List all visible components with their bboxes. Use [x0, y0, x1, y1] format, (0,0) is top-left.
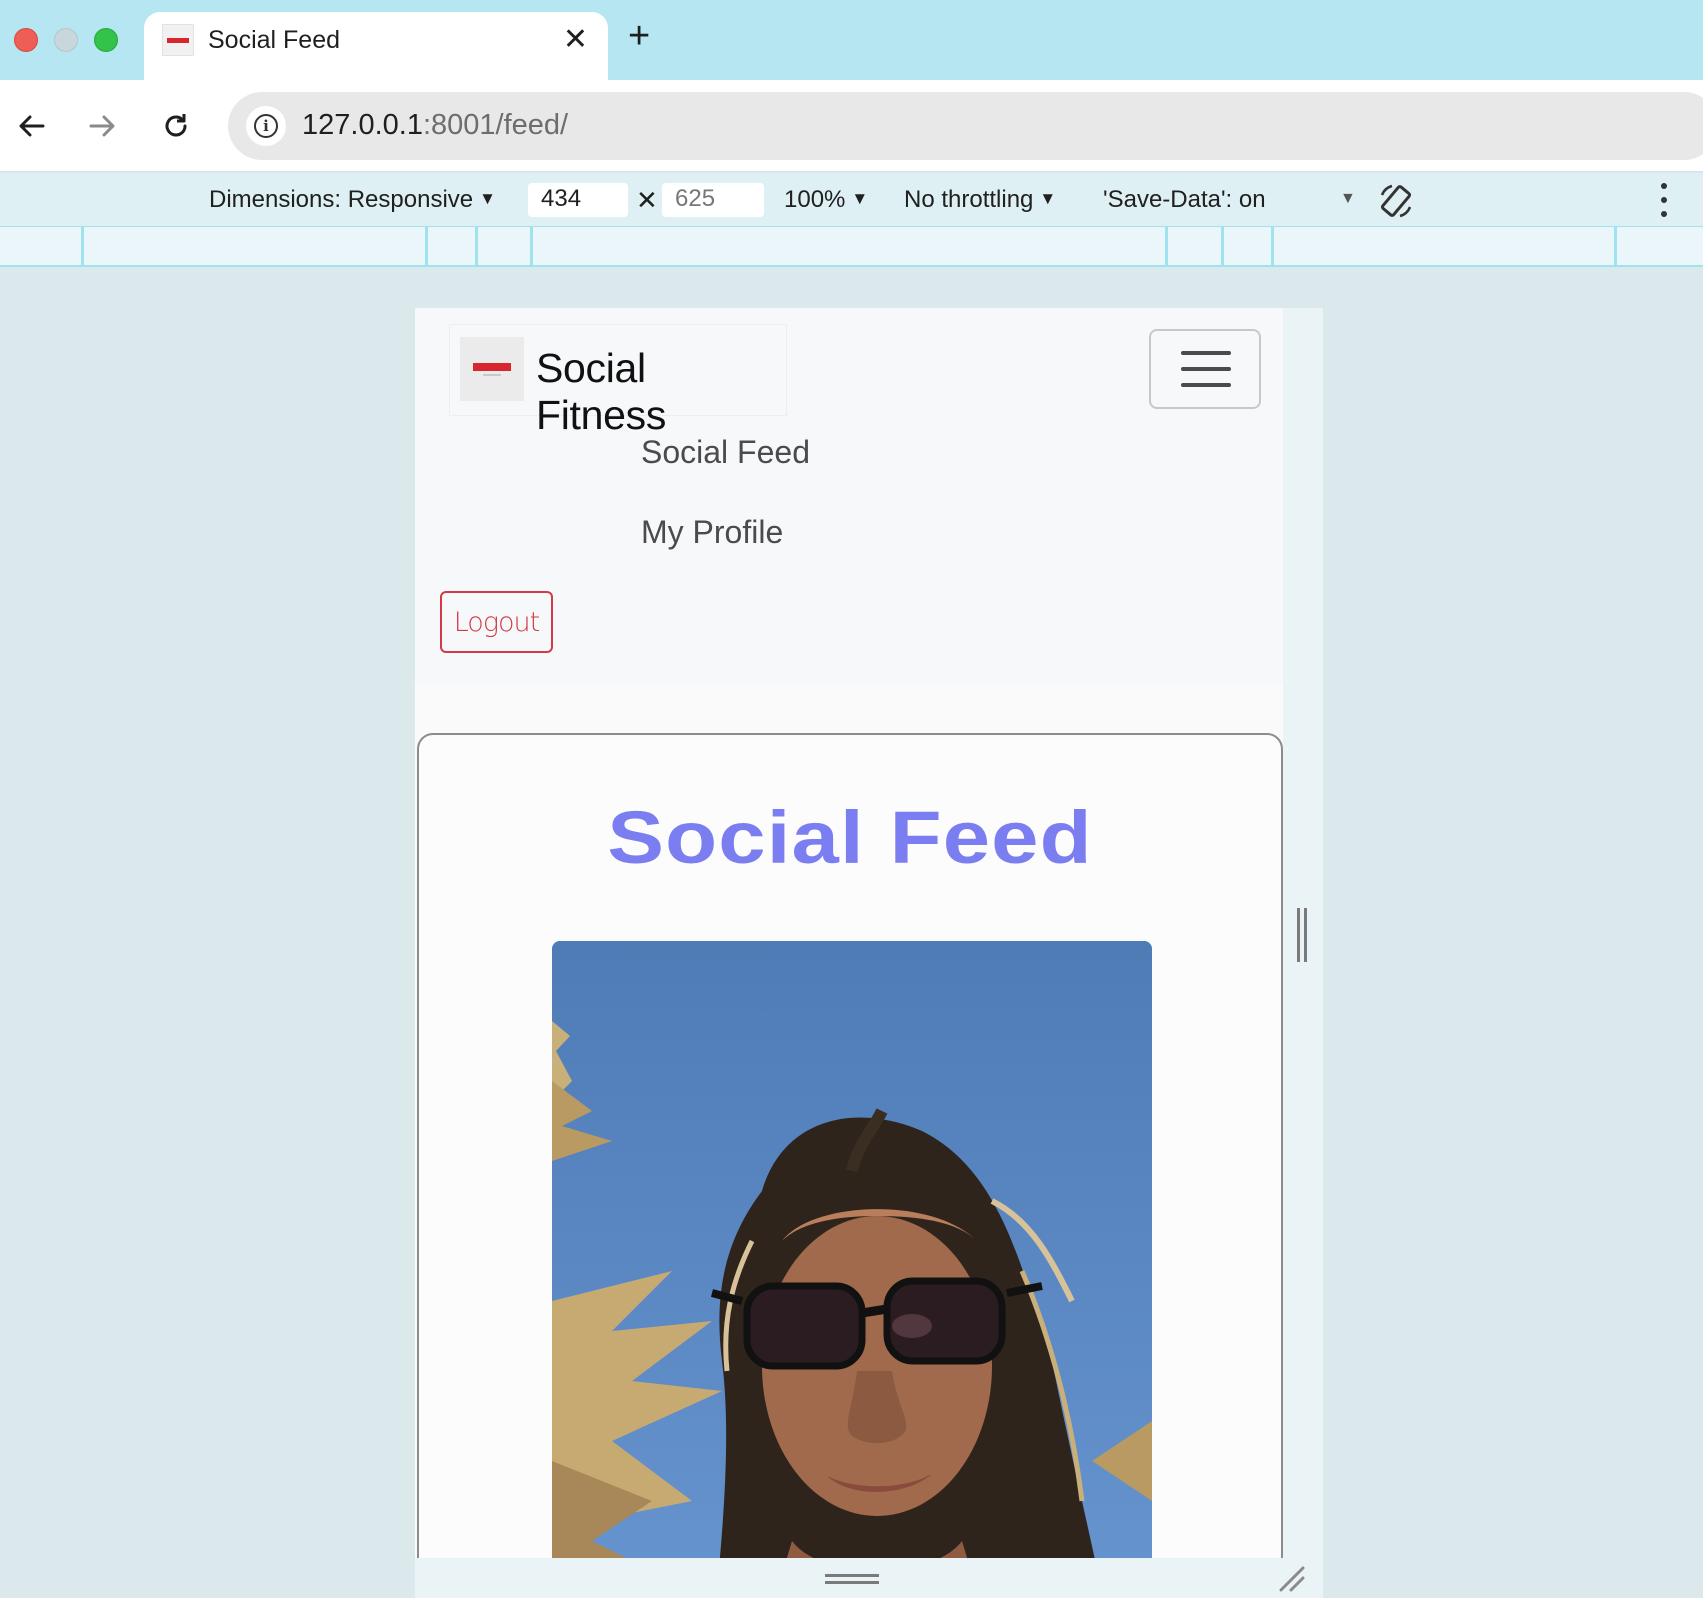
throttling-label: No throttling — [904, 186, 1034, 213]
tab-close-icon[interactable]: ✕ — [563, 20, 588, 60]
resize-grip-icon — [1297, 908, 1307, 962]
url-text[interactable]: 127.0.0.1:8001/feed/ — [302, 109, 568, 142]
window-close-button[interactable] — [14, 28, 38, 52]
window-minimize-button[interactable] — [54, 28, 78, 52]
nav-link-my-profile[interactable]: My Profile — [641, 514, 783, 551]
window-maximize-button[interactable] — [94, 28, 118, 52]
viewport-resize-handle-bottom[interactable] — [415, 1558, 1323, 1598]
height-input[interactable]: 625 — [662, 183, 764, 217]
more-options-icon[interactable] — [1660, 183, 1668, 217]
times-icon: ✕ — [636, 185, 658, 215]
menu-toggle-button[interactable] — [1149, 329, 1261, 409]
new-tab-button[interactable]: + — [628, 16, 650, 56]
save-data-label: 'Save-Data': on — [1103, 186, 1266, 213]
zoom-label: 100% — [784, 186, 846, 213]
zoom-dropdown[interactable]: 100% ▼ — [784, 186, 868, 214]
address-bar[interactable]: i 127.0.0.1:8001/feed/ — [228, 92, 1703, 160]
url-host: 127.0.0.1 — [302, 109, 423, 141]
rotate-device-icon[interactable] — [1376, 181, 1416, 221]
resize-grip-icon — [825, 1574, 879, 1584]
caret-down-icon: ▼ — [851, 189, 869, 208]
reload-icon[interactable] — [152, 102, 200, 150]
dimensions-label: Dimensions: Responsive — [209, 186, 474, 213]
brand-logo — [460, 337, 524, 401]
active-tab[interactable]: Social Feed ✕ — [144, 12, 608, 80]
site-info-icon[interactable]: i — [246, 106, 286, 146]
viewport-resize-handle-right[interactable] — [1283, 308, 1323, 1598]
feed-heading: Social Feed — [607, 796, 1093, 879]
logout-button[interactable]: Logout — [440, 591, 553, 653]
site-navbar: Social Fitness Social Feed My Profile Lo… — [415, 308, 1283, 684]
width-input[interactable]: 434 — [528, 183, 628, 217]
url-path: :8001/feed/ — [422, 109, 569, 141]
throttling-dropdown[interactable]: No throttling ▼ — [904, 186, 1056, 214]
forward-arrow-icon[interactable] — [78, 102, 126, 150]
back-arrow-icon[interactable] — [8, 102, 56, 150]
brand-name: Social Fitness — [536, 345, 667, 438]
brand-link[interactable]: Social Fitness — [449, 324, 787, 438]
save-data-caret-icon[interactable]: ▼ — [1340, 190, 1356, 208]
nav-link-social-feed[interactable]: Social Feed — [641, 434, 810, 471]
save-data-dropdown[interactable]: 'Save-Data': on — [1103, 186, 1266, 214]
caret-down-icon: ▼ — [479, 189, 496, 208]
device-toolbar: Dimensions: Responsive ▼ 434 ✕ 625 100% ▼ … — [0, 173, 1703, 227]
dimensions-dropdown[interactable]: Dimensions: Responsive ▼ — [209, 186, 496, 214]
feed-card: Social Feed — [417, 733, 1283, 1558]
corner-resize-icon[interactable] — [1277, 1564, 1305, 1592]
browser-toolbar: i 127.0.0.1:8001/feed/ — [0, 80, 1703, 172]
media-query-ruler — [0, 227, 1703, 267]
tab-title: Social Feed — [208, 26, 341, 54]
favicon-icon — [162, 24, 194, 56]
post-photo[interactable] — [552, 941, 1152, 1558]
browser-tab-strip: Social Feed ✕ + — [0, 0, 1703, 80]
caret-down-icon: ▼ — [1039, 189, 1057, 208]
emulated-viewport: Social Fitness Social Feed My Profile Lo… — [415, 308, 1283, 1558]
